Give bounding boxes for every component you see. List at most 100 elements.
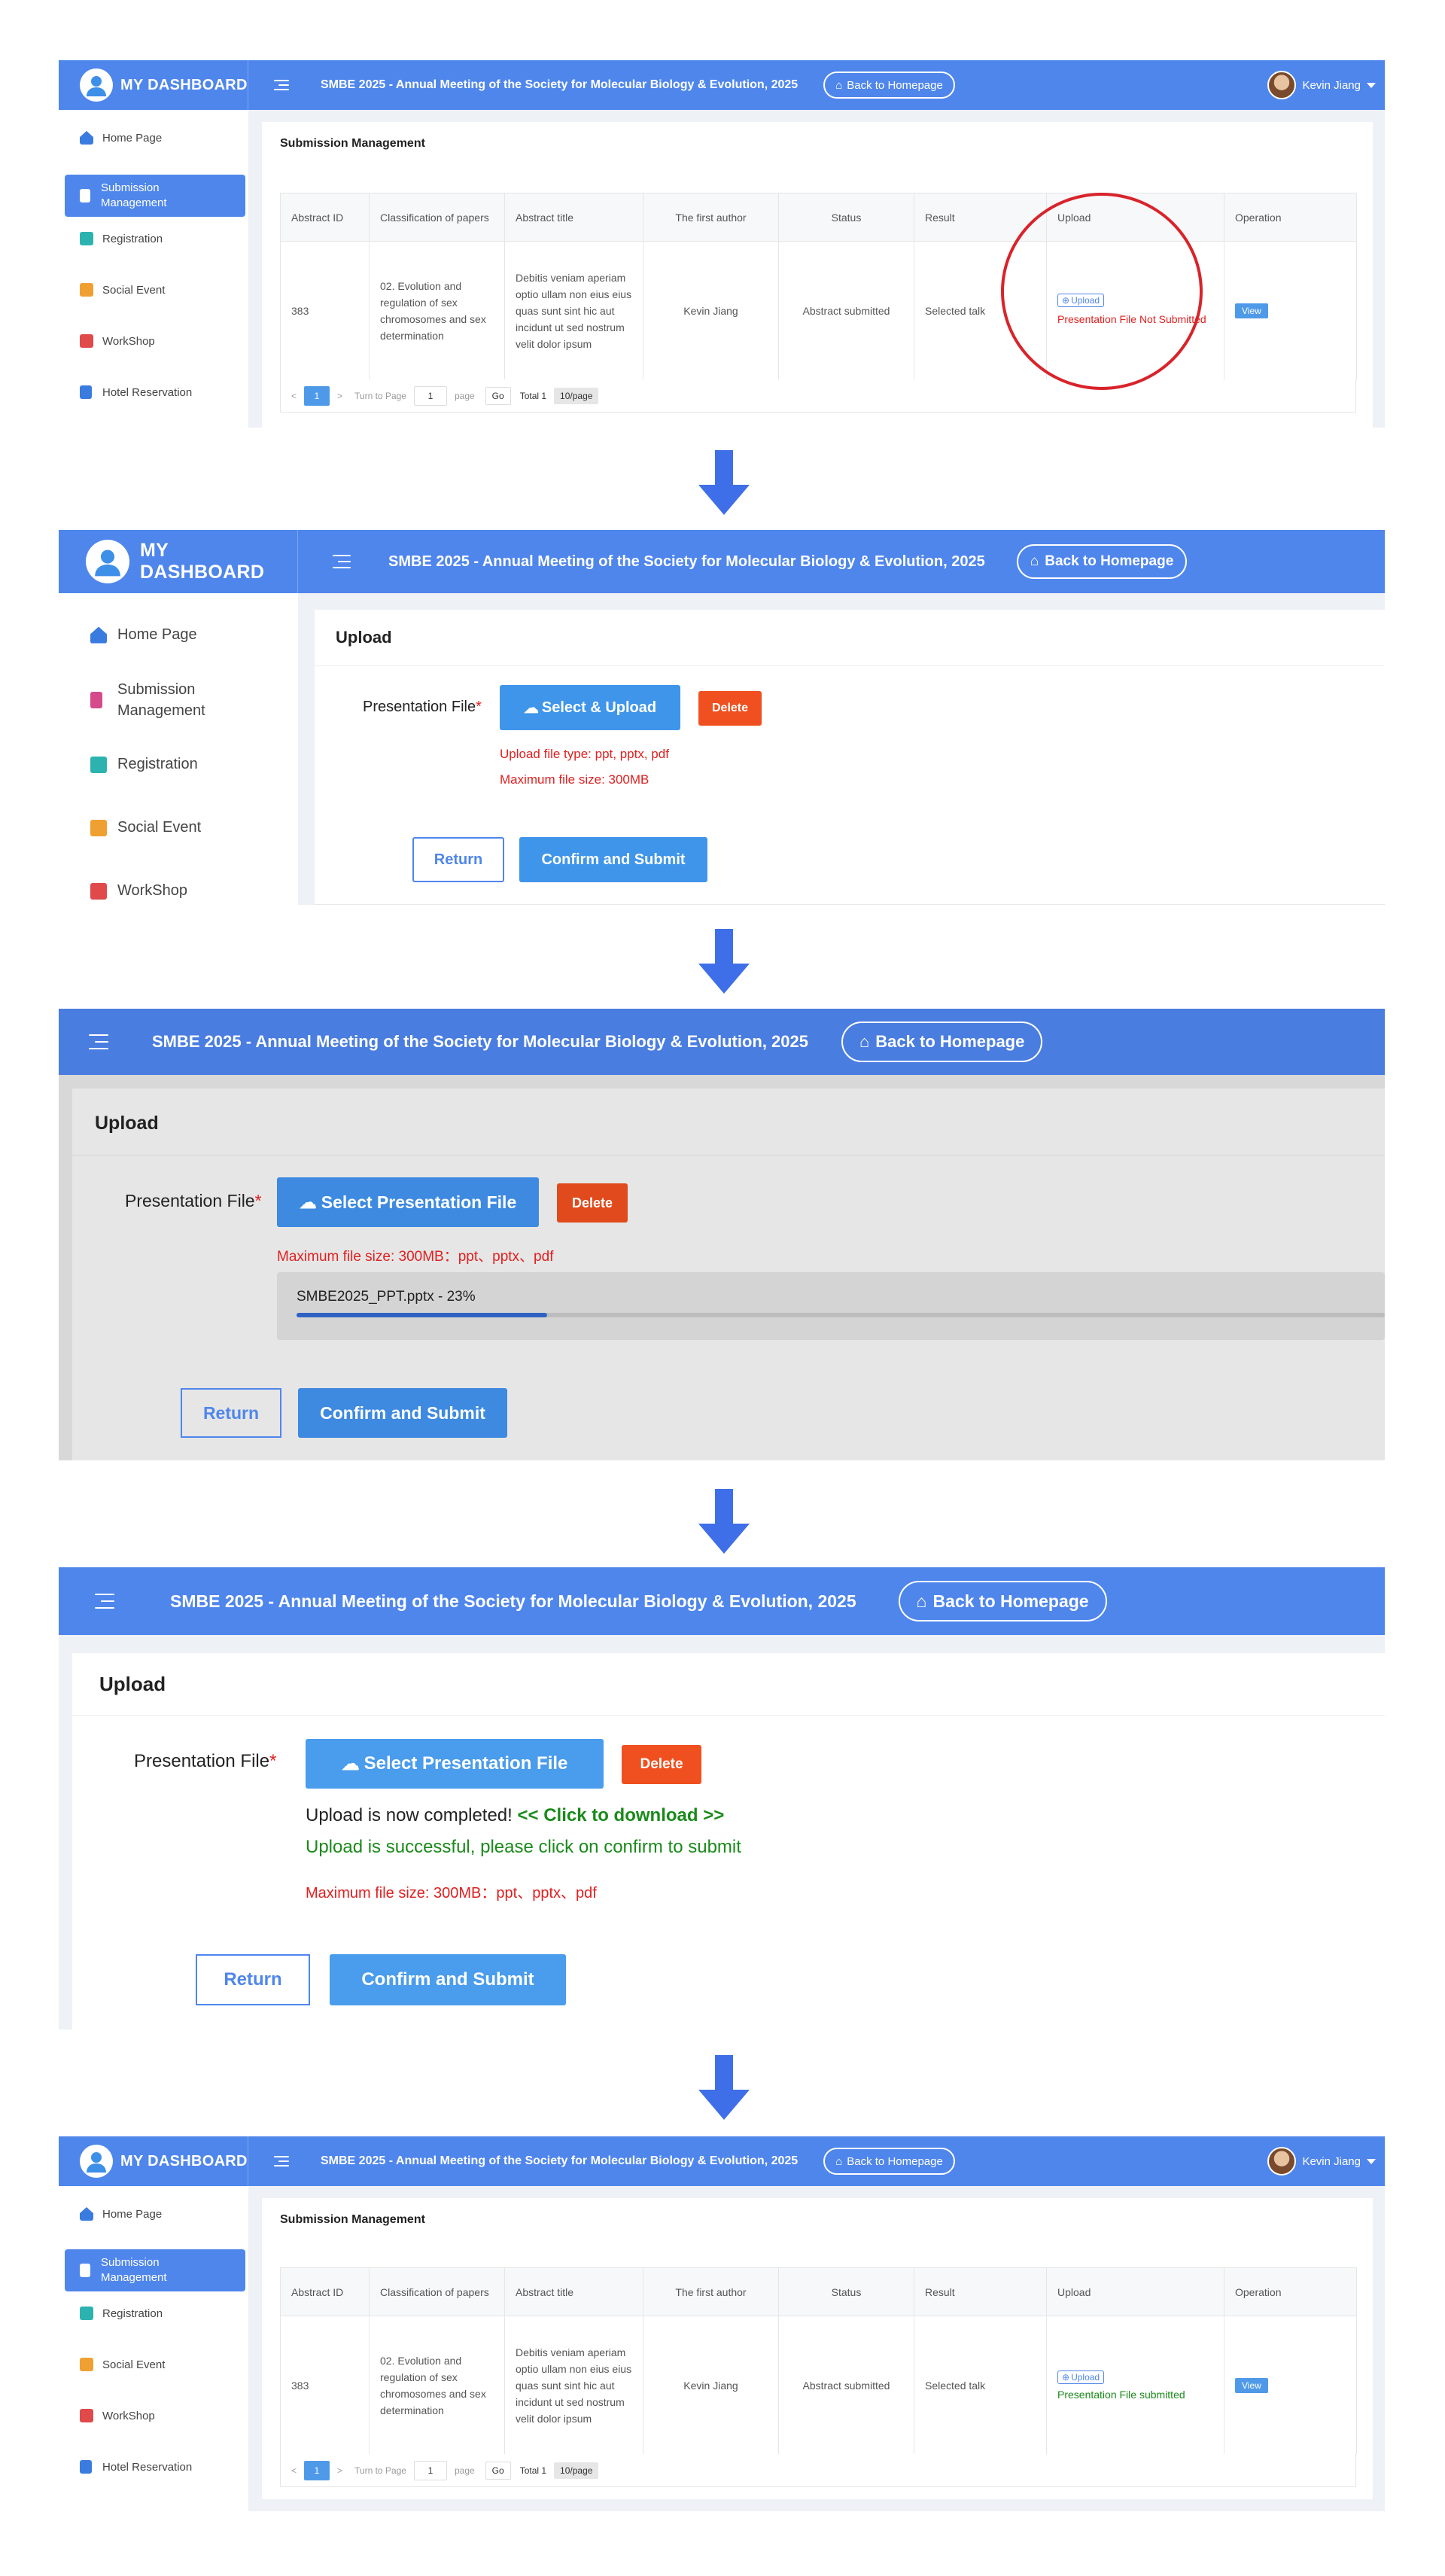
top-bar: MY DASHBOARD SMBE 2025 - Annual Meeting … xyxy=(59,60,1385,110)
menu-toggle-icon[interactable] xyxy=(89,1034,108,1049)
sidebar-item-social-event[interactable]: Social Event xyxy=(80,2358,165,2371)
brand-text: MY DASHBOARD xyxy=(120,76,248,93)
view-button[interactable]: View xyxy=(1235,303,1268,318)
sidebar-item-workshop[interactable]: WorkShop xyxy=(80,2409,155,2422)
page-1-button[interactable]: 1 xyxy=(304,2460,330,2480)
next-page-icon[interactable]: > xyxy=(337,2465,342,2476)
sidebar-item-social-event[interactable]: Social Event xyxy=(80,283,165,297)
cell-status: Abstract submitted xyxy=(778,2316,914,2455)
presentation-file-label: Presentation File* xyxy=(134,1751,276,1772)
delete-button[interactable]: Delete xyxy=(622,1745,701,1784)
max-file-size: Maximum file size: 300MB：ppt、pptx、pdf xyxy=(277,1249,554,1265)
download-link[interactable]: << Click to download >> xyxy=(518,1805,725,1825)
conference-title: SMBE 2025 - Annual Meeting of the Societ… xyxy=(321,78,799,91)
down-arrow-icon xyxy=(698,1489,750,1554)
sidebar-item-workshop[interactable]: WorkShop xyxy=(90,882,187,900)
menu-toggle-icon[interactable] xyxy=(333,555,351,568)
back-to-homepage-button[interactable]: ⌂ Back to Homepage xyxy=(823,72,955,99)
sidebar-item-hotel[interactable]: Hotel Reservation xyxy=(80,385,192,399)
page-number-input[interactable]: 1 xyxy=(413,385,447,406)
home-icon: ⌂ xyxy=(1030,553,1039,569)
upload-title: Upload xyxy=(99,1673,166,1695)
back-to-homepage-button[interactable]: ⌂ Back to Homepage xyxy=(841,1022,1043,1062)
col-result: Result xyxy=(914,2267,1047,2316)
pagination: < 1 > Turn to Page 1 page Go Total 1 10/… xyxy=(280,2454,1356,2487)
return-button[interactable]: Return xyxy=(412,837,504,882)
return-button[interactable]: Return xyxy=(196,1954,310,2005)
confirm-submit-button[interactable]: Confirm and Submit xyxy=(298,1388,507,1438)
view-button[interactable]: View xyxy=(1235,2377,1268,2393)
user-menu[interactable]: Kevin Jiang xyxy=(1267,71,1376,99)
return-button[interactable]: Return xyxy=(181,1388,281,1438)
page-1-button[interactable]: 1 xyxy=(304,385,330,406)
select-upload-button[interactable]: ☁ Select & Upload xyxy=(500,685,680,730)
menu-toggle-icon[interactable] xyxy=(95,1594,114,1609)
select-presentation-file-button[interactable]: ☁ Select Presentation File xyxy=(306,1739,604,1789)
sidebar-item-hotel[interactable]: Hotel Reservation xyxy=(80,2460,192,2474)
home-icon xyxy=(90,626,107,644)
upload-title: Upload xyxy=(95,1113,159,1134)
sidebar-item-submission[interactable]: Submission Management xyxy=(65,2249,245,2291)
sidebar-item-registration[interactable]: Registration xyxy=(90,756,198,773)
total-count: Total 1 xyxy=(519,2465,547,2476)
menu-toggle-icon[interactable] xyxy=(274,80,289,90)
sidebar-item-submission[interactable]: Submission Management xyxy=(65,175,245,217)
conference-title: SMBE 2025 - Annual Meeting of the Societ… xyxy=(321,2154,799,2167)
back-to-homepage-button[interactable]: ⌂ Back to Homepage xyxy=(898,1581,1107,1621)
cell-classification: 02. Evolution and regulation of sex chro… xyxy=(369,241,505,380)
max-file-size: Maximum file size: 300MB xyxy=(500,772,649,787)
delete-button[interactable]: Delete xyxy=(557,1183,628,1223)
home-icon: ⌂ xyxy=(916,1591,927,1611)
chevron-down-icon xyxy=(1367,2158,1376,2164)
user-menu[interactable]: Kevin Jiang xyxy=(1267,2147,1376,2176)
back-to-homepage-button[interactable]: ⌂ Back to Homepage xyxy=(823,2148,955,2175)
page-size-select[interactable]: 10/page xyxy=(554,387,599,404)
chevron-down-icon xyxy=(1367,82,1376,88)
sidebar-item-workshop[interactable]: WorkShop xyxy=(80,334,155,348)
upload-progress-box xyxy=(277,1272,1385,1340)
sidebar-item-home[interactable]: Home Page xyxy=(80,2207,162,2221)
prev-page-icon[interactable]: < xyxy=(291,2465,297,2476)
page-number-input[interactable]: 1 xyxy=(413,2460,447,2480)
upload-success-text: Upload is successful, please click on co… xyxy=(306,1837,741,1857)
back-to-homepage-button[interactable]: ⌂ Back to Homepage xyxy=(1016,544,1188,579)
go-button[interactable]: Go xyxy=(485,2461,511,2480)
sidebar-item-registration[interactable]: Registration xyxy=(80,2307,163,2320)
menu-toggle-icon[interactable] xyxy=(274,2156,289,2166)
cell-abstract-title: Debitis veniam aperiam optio ullam non e… xyxy=(504,2316,643,2455)
dashboard-avatar-icon xyxy=(80,2145,113,2178)
sidebar-item-home[interactable]: Home Page xyxy=(90,626,197,644)
top-bar: SMBE 2025 - Annual Meeting of the Societ… xyxy=(59,1009,1385,1075)
dashboard-avatar-icon xyxy=(80,69,113,102)
top-bar: MY DASHBOARD SMBE 2025 - Annual Meeting … xyxy=(59,530,1385,593)
page-title: Submission Management xyxy=(280,2213,425,2226)
home-icon: ⌂ xyxy=(835,2154,843,2168)
page-size-select[interactable]: 10/page xyxy=(554,2462,599,2479)
sidebar-item-home[interactable]: Home Page xyxy=(80,131,162,145)
go-button[interactable]: Go xyxy=(485,386,511,405)
sidebar-item-social-event[interactable]: Social Event xyxy=(90,819,201,836)
sidebar-item-registration[interactable]: Registration xyxy=(80,232,163,245)
cell-abstract-id: 383 xyxy=(280,2316,370,2455)
brand: MY DASHBOARD xyxy=(59,60,248,110)
upload-button[interactable]: ⊕ Upload xyxy=(1057,2370,1105,2384)
max-file-size: Maximum file size: 300MB：ppt、pptx、pdf xyxy=(306,1885,597,1902)
confirm-submit-button[interactable]: Confirm and Submit xyxy=(519,837,707,882)
sidebar-item-submission[interactable]: Submission Management xyxy=(90,679,230,721)
hotel-icon xyxy=(80,385,92,399)
delete-button[interactable]: Delete xyxy=(698,691,762,726)
col-status: Status xyxy=(778,193,914,242)
user-avatar xyxy=(1267,2147,1297,2176)
brand: MY DASHBOARD xyxy=(59,2136,248,2186)
prev-page-icon[interactable]: < xyxy=(291,391,297,401)
col-operation: Operation xyxy=(1224,2267,1357,2316)
select-presentation-file-button[interactable]: ☁ Select Presentation File xyxy=(277,1177,539,1227)
submission-table: Abstract ID Classification of papers Abs… xyxy=(280,2267,1357,2455)
workshop-icon xyxy=(90,882,107,900)
col-status: Status xyxy=(778,2267,914,2316)
home-icon xyxy=(80,2207,93,2221)
confirm-submit-button[interactable]: Confirm and Submit xyxy=(330,1954,566,2005)
sidebar: Home Page Submission Management Registra… xyxy=(59,2186,248,2511)
col-abstract-title: Abstract title xyxy=(504,193,643,242)
next-page-icon[interactable]: > xyxy=(337,391,342,401)
